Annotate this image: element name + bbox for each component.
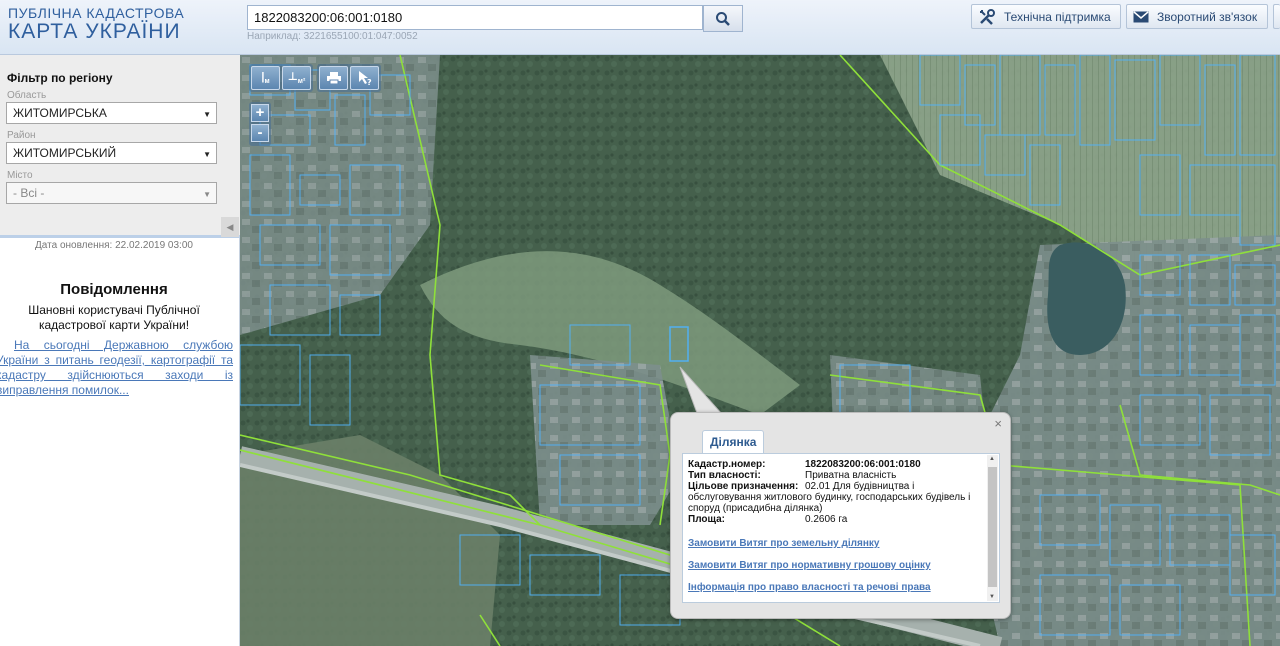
dropdown-arrow-icon: ▼ bbox=[203, 150, 211, 159]
district-select-value: ЖИТОМИРСЬКИЙ bbox=[13, 146, 117, 160]
region-select[interactable]: ЖИТОМИРСЬКА ▼ bbox=[6, 102, 217, 124]
dropdown-arrow-icon: ▼ bbox=[203, 190, 211, 199]
ownership-rights-link[interactable]: Інформація про право власності та речові… bbox=[688, 582, 931, 593]
sidebar: Фільтр по регіону Область ЖИТОМИРСЬКА ▼ … bbox=[0, 55, 240, 646]
header: ПУБЛІЧНА КАДАСТРОВА КАРТА УКРАЇНИ Наприк… bbox=[0, 0, 1280, 55]
zoom-out-button[interactable]: - bbox=[251, 124, 269, 142]
cadastral-search-input[interactable] bbox=[247, 5, 703, 30]
notice-greeting: Шановні користувачі Публічної кадастрово… bbox=[28, 303, 200, 332]
region-label: Область bbox=[7, 90, 47, 101]
scroll-down-icon[interactable]: ▼ bbox=[989, 594, 995, 600]
identify-button[interactable]: ? bbox=[350, 66, 379, 90]
map-view[interactable]: |м ⊥м² ? + - × Ділянка Кадастр.номер: 18… bbox=[240, 55, 1280, 646]
popup-scrollbar[interactable]: ▲ ▼ bbox=[987, 455, 998, 601]
region-select-value: ЖИТОМИРСЬКА bbox=[13, 106, 107, 120]
logo-line1: ПУБЛІЧНА КАДАСТРОВА bbox=[8, 5, 185, 21]
notice-title: Повідомлення bbox=[60, 281, 168, 298]
svg-text:?: ? bbox=[367, 78, 372, 86]
measure-area-button[interactable]: ⊥м² bbox=[282, 66, 311, 90]
parcel-info-popup: × Ділянка Кадастр.номер: 1822083200:06:0… bbox=[670, 412, 1011, 619]
cursor-question-icon: ? bbox=[358, 71, 372, 86]
search-area: Наприклад: 3221655100:01:047:0052 bbox=[247, 5, 743, 42]
scrollbar-thumb[interactable] bbox=[988, 467, 997, 587]
header-extra-button[interactable] bbox=[1273, 4, 1280, 29]
region-filter-panel: Фільтр по регіону Область ЖИТОМИРСЬКА ▼ … bbox=[0, 55, 240, 238]
ruler-line-icon: |м bbox=[261, 70, 270, 86]
printer-icon bbox=[326, 72, 341, 84]
tech-support-label: Технічна підтримка bbox=[1004, 9, 1111, 24]
search-example-hint: Наприклад: 3221655100:01:047:0052 bbox=[247, 31, 418, 42]
city-select[interactable]: - Всі - ▼ bbox=[6, 182, 217, 204]
measure-distance-button[interactable]: |м bbox=[251, 66, 280, 90]
ruler-area-icon: ⊥м² bbox=[287, 71, 306, 86]
city-select-value: - Всі - bbox=[13, 186, 45, 200]
print-button[interactable] bbox=[319, 66, 348, 90]
tools-icon bbox=[978, 8, 996, 26]
cadastral-key: Кадастр.номер: bbox=[688, 459, 766, 470]
search-icon bbox=[716, 11, 730, 26]
zoom-in-button[interactable]: + bbox=[251, 104, 269, 122]
filter-title: Фільтр по регіону bbox=[7, 71, 113, 85]
measure-tools: |м ⊥м² bbox=[249, 64, 313, 92]
ownership-key: Тип власності: bbox=[688, 470, 761, 481]
zoom-control: + - bbox=[249, 102, 271, 146]
area-key: Площа: bbox=[688, 514, 725, 525]
area-value: 0.2606 га bbox=[805, 514, 848, 525]
search-button[interactable] bbox=[703, 5, 743, 32]
dropdown-arrow-icon: ▼ bbox=[203, 110, 211, 119]
city-label: Місто bbox=[7, 170, 33, 181]
notice-link[interactable]: На сьогодні Державною службою України з … bbox=[0, 338, 233, 398]
order-valuation-extract-link[interactable]: Замовити Витяг про нормативну грошову оц… bbox=[688, 560, 931, 571]
logo-line2: КАРТА УКРАЇНИ bbox=[8, 20, 181, 43]
district-select[interactable]: ЖИТОМИРСЬКИЙ ▼ bbox=[6, 142, 217, 164]
chevron-left-icon: ◀ bbox=[226, 221, 234, 232]
tab-parcel[interactable]: Ділянка bbox=[702, 430, 765, 453]
tech-support-button[interactable]: Технічна підтримка bbox=[971, 4, 1121, 29]
update-date: Дата оновлення: 22.02.2019 03:00 bbox=[35, 240, 193, 251]
ownership-value: Приватна власність bbox=[805, 470, 897, 481]
collapse-sidebar-button[interactable]: ◀ bbox=[221, 217, 239, 237]
order-parcel-extract-link[interactable]: Замовити Витяг про земельну ділянку bbox=[688, 538, 879, 549]
feedback-button[interactable]: Зворотний зв'язок bbox=[1126, 4, 1268, 29]
print-info-tools: ? bbox=[317, 64, 381, 92]
feedback-label: Зворотний зв'язок bbox=[1157, 9, 1258, 24]
popup-pointer bbox=[679, 366, 723, 415]
cadastral-value: 1822083200:06:001:0180 bbox=[805, 459, 921, 470]
close-icon[interactable]: × bbox=[994, 416, 1002, 431]
envelope-icon bbox=[1133, 10, 1149, 23]
district-label: Район bbox=[7, 130, 36, 141]
purpose-value: 02.01 Для будівництва і обслуговування ж… bbox=[688, 481, 971, 514]
scroll-up-icon[interactable]: ▲ bbox=[989, 456, 995, 462]
site-logo[interactable]: ПУБЛІЧНА КАДАСТРОВА КАРТА УКРАЇНИ bbox=[8, 5, 185, 43]
parcel-details: Кадастр.номер: 1822083200:06:001:0180 Ти… bbox=[682, 453, 1000, 603]
